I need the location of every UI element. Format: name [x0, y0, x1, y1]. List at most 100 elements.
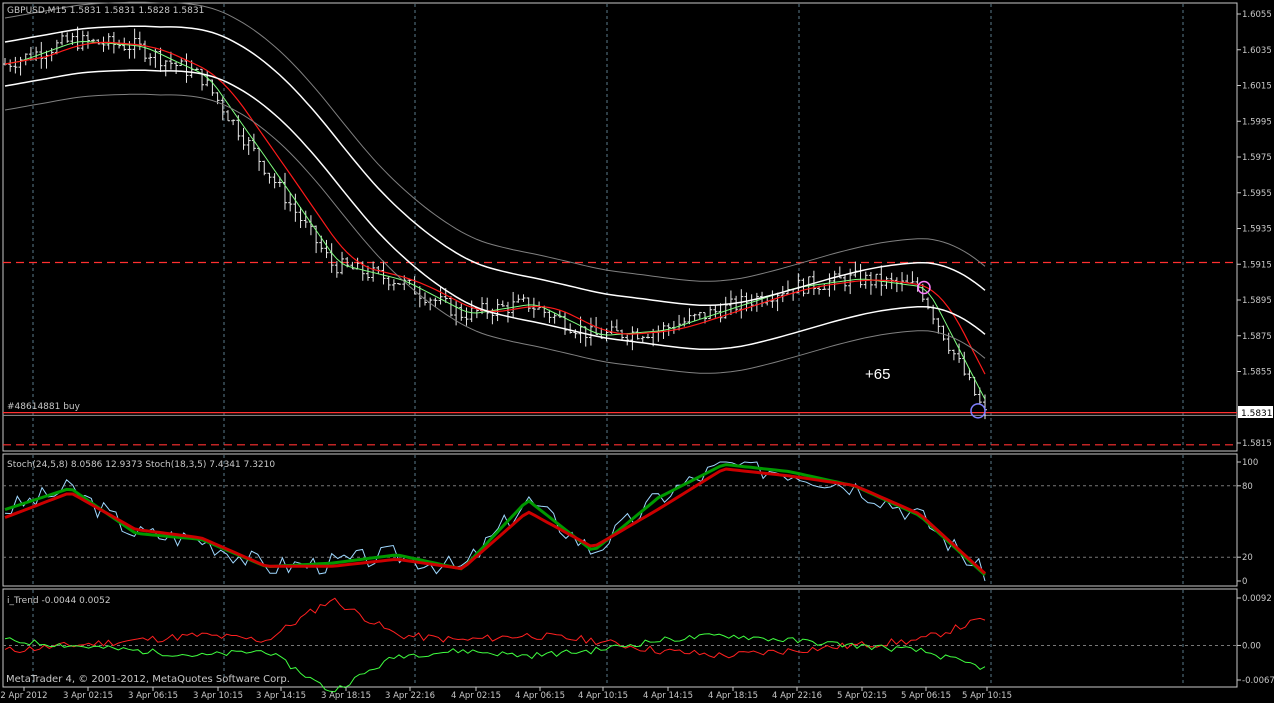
price-bar: [692, 313, 697, 321]
price-bar: [583, 326, 588, 347]
upper-band-line: [4, 25, 986, 307]
stoch-tick-label: 20: [1242, 553, 1253, 563]
price-bar: [334, 261, 339, 278]
price-bar: [894, 277, 899, 293]
stoch-main-line: [4, 463, 987, 577]
stoch-panel-frame: [2, 453, 1238, 587]
stoch-tick-label: 80: [1242, 482, 1253, 492]
price-bar: [951, 349, 956, 361]
price-panel-frame: [2, 2, 1238, 452]
profit-label: +65: [865, 366, 890, 383]
price-bar: [780, 285, 785, 303]
price-bar: [511, 291, 516, 318]
price-tick-label: 1.6035: [1242, 46, 1272, 56]
price-bar: [713, 304, 718, 318]
trend-tick-label: 0.0092: [1242, 594, 1272, 604]
price-bar: [148, 53, 153, 66]
price-bar: [85, 31, 90, 49]
time-tick-label: 3 Apr 14:15: [256, 691, 306, 701]
lower-band-line: [4, 69, 986, 351]
time-tick-label: 3 Apr 22:16: [385, 691, 435, 701]
price-bar: [464, 307, 469, 326]
current-price-label: 1.5831: [1241, 409, 1273, 419]
price-bar: [645, 333, 650, 339]
stoch-series: [4, 461, 987, 582]
price-tick-label: 1.6055: [1242, 10, 1272, 20]
price-bar: [241, 127, 246, 150]
price-bar: [262, 160, 267, 176]
price-bar: [500, 300, 505, 307]
price-bar: [832, 270, 837, 291]
price-bar: [614, 319, 619, 332]
price-bar: [60, 31, 65, 46]
price-bar: [272, 173, 277, 189]
price-series: [3, 1, 1237, 446]
price-bar: [96, 39, 101, 45]
time-tick-label: 4 Apr 14:15: [643, 691, 693, 701]
price-bar: [101, 36, 106, 52]
price-bar: [184, 53, 189, 83]
price-bar: [853, 261, 858, 278]
price-bar: [371, 261, 376, 282]
price-bar: [521, 294, 526, 302]
price-bar: [355, 257, 360, 270]
price-tick-label: 1.5895: [1242, 296, 1272, 306]
price-bar: [288, 192, 293, 212]
price-bar: [163, 60, 168, 77]
price-tick-label: 1.5875: [1242, 332, 1272, 342]
price-bar: [728, 290, 733, 316]
trend-panel-frame: [2, 588, 1238, 688]
price-bar: [194, 67, 199, 71]
time-tick-label: 3 Apr 06:15: [128, 691, 178, 701]
price-bar: [531, 297, 536, 318]
price-bar: [480, 297, 485, 315]
price-bar: [677, 314, 682, 331]
trend-tick-label: 0.00: [1242, 641, 1261, 651]
price-bar: [18, 56, 23, 76]
price-tick-label: 1.5915: [1242, 260, 1272, 270]
price-bar: [775, 292, 780, 312]
copyright-label: MetaTrader 4, © 2001-2012, MetaQuotes So…: [6, 674, 290, 685]
mt4-chart[interactable]: 1.6055 1.6035 1.6015 1.5995 1.5975 1.5955 1.59…: [0, 0, 1274, 703]
price-bar: [80, 30, 85, 51]
stoch-tick-label: 100: [1242, 458, 1258, 468]
price-bar: [231, 119, 236, 126]
price-bar: [936, 317, 941, 334]
time-tick-label: 4 Apr 02:15: [451, 691, 501, 701]
price-tick-label: 1.5975: [1242, 153, 1272, 163]
price-bar: [910, 271, 915, 285]
time-tick-label: 5 Apr 10:15: [962, 691, 1012, 701]
symbol-info-label: GBPUSD,M15 1.5831 1.5831 1.5828 1.5831: [7, 6, 204, 16]
price-bar: [485, 297, 490, 319]
time-tick-label: 3 Apr 10:15: [193, 691, 243, 701]
price-bar: [905, 274, 910, 284]
price-bar: [568, 323, 573, 334]
price-bar: [640, 335, 645, 343]
time-tick-label: 5 Apr 02:15: [837, 691, 887, 701]
outer-lower-envelope: [4, 93, 986, 374]
time-tick-label: 5 Apr 06:15: [901, 691, 951, 701]
trend-label: i_Trend -0.0044 0.0052: [7, 596, 111, 606]
price-bar: [459, 303, 464, 321]
trend-red-line: [4, 597, 986, 659]
outer-upper-envelope: [4, 1, 986, 282]
price-bar: [438, 286, 443, 305]
time-tick-label: 3 Apr 18:15: [321, 691, 371, 701]
price-bar: [739, 289, 744, 319]
price-bar: [174, 61, 179, 74]
price-bar: [397, 283, 402, 285]
price-bar: [137, 31, 142, 51]
time-tick-label: 3 Apr 02:15: [63, 691, 113, 701]
price-bar: [563, 311, 567, 335]
price-bar: [65, 32, 70, 43]
time-tick-label: 2 Apr 2012: [0, 691, 47, 701]
price-bar: [874, 273, 879, 289]
price-bar: [552, 313, 557, 324]
price-bar: [630, 326, 635, 351]
price-bar: [785, 280, 790, 295]
price-bar: [283, 172, 287, 210]
price-bar: [106, 33, 111, 50]
price-bar: [329, 243, 334, 273]
time-tick-label: 4 Apr 06:15: [515, 691, 565, 701]
price-bar: [158, 47, 163, 72]
